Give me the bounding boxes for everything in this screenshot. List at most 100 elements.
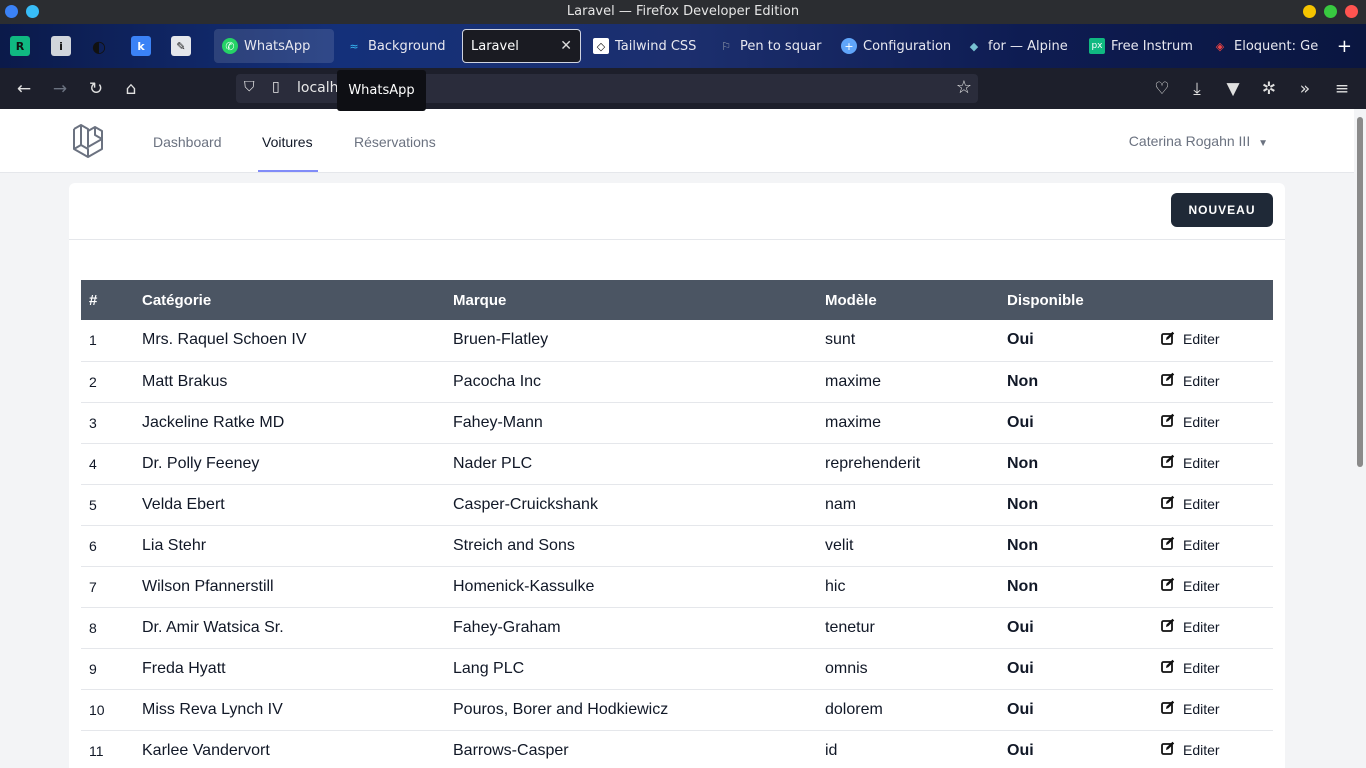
browser-toolbar: ← → ↻ ⌂ ⛉ ▯ localh ☆ ♡ ⤓ ▼ ✲ » ≡ (0, 68, 1366, 109)
tab-laravel[interactable]: Laravel ✕ (462, 29, 581, 63)
pinned-tab-4[interactable]: k (131, 36, 151, 56)
row-id: 4 (89, 455, 97, 472)
table-row: 8 Dr. Amir Watsica Sr. Fahey-Graham tenetur… (81, 607, 1273, 648)
row-modele: dolorem (825, 700, 883, 718)
extension-icon[interactable]: ✲ (1258, 78, 1280, 100)
reload-button[interactable]: ↻ (85, 78, 107, 100)
row-disponible: Non (1007, 454, 1039, 472)
row-disponible: Non (1007, 372, 1039, 390)
edit-icon (1161, 741, 1175, 758)
card-header: NOUVEAU (69, 183, 1285, 240)
edit-button[interactable]: Editer (1161, 618, 1220, 635)
row-marque: Lang PLC (453, 659, 525, 677)
overflow-menu-icon[interactable]: » (1294, 78, 1316, 100)
edit-label: Editer (1183, 454, 1220, 471)
scrollbar-thumb[interactable] (1357, 117, 1363, 467)
edit-icon (1161, 659, 1175, 676)
page-icon: ▯ (272, 79, 280, 95)
row-modele: maxime (825, 372, 882, 390)
laravel-logo-icon[interactable] (72, 123, 110, 163)
nav-voitures[interactable]: Voitures (262, 134, 313, 150)
tab-background[interactable]: ≈ Background (338, 29, 456, 63)
user-name: Caterina Rogahn III (1128, 133, 1251, 149)
edit-button[interactable]: Editer (1161, 536, 1220, 553)
row-disponible: Oui (1007, 618, 1034, 636)
row-marque: Nader PLC (453, 454, 533, 472)
edit-button[interactable]: Editer (1161, 659, 1220, 676)
tab-alpine[interactable]: ◆ for — Alpine (958, 29, 1076, 63)
laravel-icon: ◈ (1215, 39, 1225, 53)
minimize-button[interactable] (1303, 5, 1316, 18)
pinned-tab-2[interactable]: i (51, 36, 71, 56)
header-disponible: Disponible (1007, 291, 1084, 309)
tab-tailwind-css[interactable]: ◇ Tailwind CSS (585, 29, 707, 63)
row-marque: Homenick-Kassulke (453, 577, 595, 595)
back-button[interactable]: ← (13, 78, 35, 100)
row-actions: Editer (1153, 525, 1273, 566)
row-id: 7 (89, 578, 97, 595)
row-disponible: Non (1007, 536, 1039, 554)
edit-label: Editer (1183, 331, 1220, 348)
row-disponible: Oui (1007, 331, 1034, 349)
edit-button[interactable]: Editer (1161, 454, 1220, 471)
row-categorie: Dr. Polly Feeney (142, 454, 260, 472)
bookmark-star-icon[interactable]: ☆ (956, 77, 972, 98)
maximize-button[interactable] (1324, 5, 1337, 18)
edit-button[interactable]: Editer (1161, 495, 1220, 512)
pocket-icon[interactable]: ♡ (1151, 78, 1173, 100)
row-modele: tenetur (825, 618, 875, 636)
tab-configuration[interactable]: + Configuration (833, 29, 953, 63)
table-row: 11 Karlee Vandervort Barrows-Casper id Oui Ed… (81, 730, 1273, 768)
new-tab-button[interactable]: + (1337, 36, 1352, 57)
tailwind-icon: ≈ (349, 39, 359, 53)
edit-button[interactable]: Editer (1161, 577, 1220, 594)
edit-label: Editer (1183, 536, 1220, 553)
tab-eloquent[interactable]: ◈ Eloquent: Ge (1204, 29, 1328, 63)
edit-icon (1161, 372, 1175, 389)
edit-button[interactable]: Editer (1161, 741, 1220, 758)
pinned-tab-3[interactable]: ◐ (89, 36, 109, 56)
edit-label: Editer (1183, 659, 1220, 676)
nav-dashboard[interactable]: Dashboard (153, 134, 222, 150)
row-marque: Casper-Cruickshank (453, 495, 598, 513)
close-window-button[interactable] (1345, 5, 1358, 18)
pinned-tab-5[interactable]: ✎ (171, 36, 191, 56)
row-id: 3 (89, 414, 97, 431)
home-button[interactable]: ⌂ (120, 78, 142, 100)
row-actions: Editer (1153, 648, 1273, 689)
edit-button[interactable]: Editer (1161, 372, 1220, 389)
user-menu[interactable]: Caterina Rogahn III ▼ (1129, 133, 1268, 149)
row-disponible: Oui (1007, 659, 1034, 677)
tab-pen-to-square[interactable]: ⚐ Pen to squar (710, 29, 828, 63)
row-id: 10 (89, 701, 105, 718)
edit-button[interactable]: Editer (1161, 700, 1220, 717)
row-actions: Editer (1153, 607, 1273, 648)
edit-icon (1161, 413, 1175, 430)
downloads-icon[interactable]: ⤓ (1186, 78, 1208, 100)
hamburger-menu-icon[interactable]: ≡ (1331, 78, 1353, 100)
table-row: 7 Wilson Pfannerstill Homenick-Kassulke hic… (81, 566, 1273, 607)
row-categorie: Dr. Amir Watsica Sr. (142, 618, 284, 636)
header-modele: Modèle (825, 291, 877, 309)
row-disponible: Non (1007, 495, 1039, 513)
vue-devtools-icon[interactable]: ▼ (1222, 78, 1244, 100)
page-scrollbar[interactable] (1354, 109, 1366, 768)
pinned-tab-1[interactable]: R (10, 36, 30, 56)
edit-button[interactable]: Editer (1161, 331, 1220, 348)
close-tab-icon[interactable]: ✕ (560, 38, 572, 54)
tab-free-instrum[interactable]: px Free Instrum (1081, 29, 1201, 63)
row-categorie: Miss Reva Lynch IV (142, 700, 283, 718)
nav-reservations[interactable]: Réservations (354, 134, 436, 150)
app-navigation: Dashboard Voitures Réservations Caterina… (0, 109, 1354, 173)
row-actions: Editer (1153, 689, 1273, 730)
tab-whatsapp[interactable]: ✆ WhatsApp (214, 29, 334, 63)
row-actions: Editer (1153, 320, 1273, 361)
row-marque: Pouros, Borer and Hodkiewicz (453, 700, 669, 718)
new-button[interactable]: NOUVEAU (1171, 193, 1273, 227)
forward-button[interactable]: → (49, 78, 71, 100)
row-marque: Streich and Sons (453, 536, 575, 554)
edit-button[interactable]: Editer (1161, 413, 1220, 430)
table-row: 10 Miss Reva Lynch IV Pouros, Borer and Ho… (81, 689, 1273, 730)
row-categorie: Karlee Vandervort (142, 741, 270, 759)
shield-icon[interactable]: ⛉ (244, 79, 255, 95)
